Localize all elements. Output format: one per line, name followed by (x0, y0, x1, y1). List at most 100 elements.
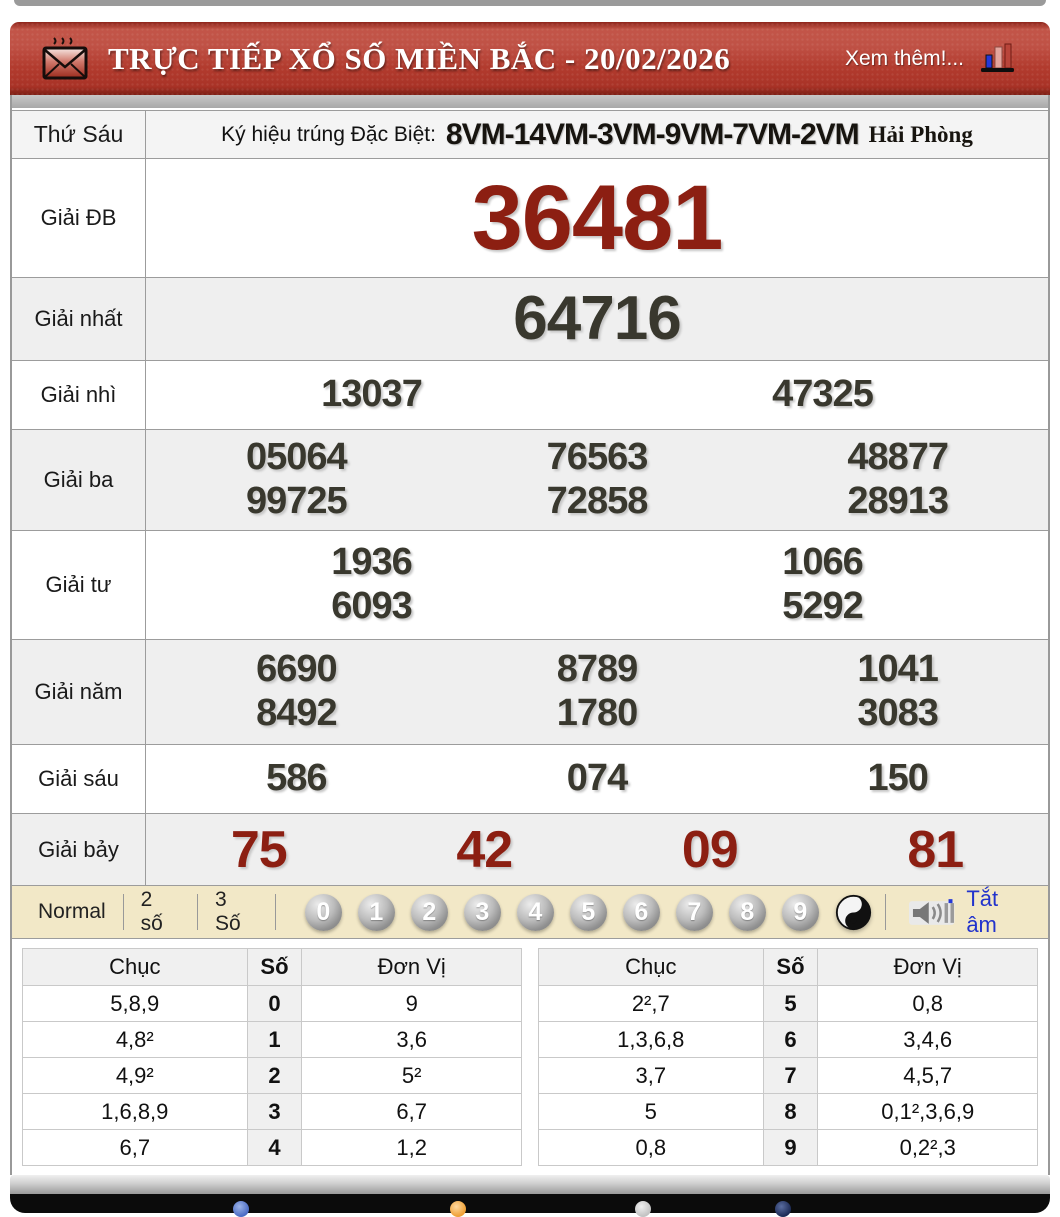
panel-footer-gradient (10, 1175, 1050, 1194)
prize-number: 28913 (747, 480, 1048, 524)
prize-number: 42 (372, 824, 598, 876)
digit-cell: 5 (763, 986, 818, 1022)
number-ball-9[interactable]: 9 (782, 894, 819, 931)
number-ball-0[interactable]: 0 (305, 894, 342, 931)
prize-number: 1936 (146, 541, 597, 585)
header-shadow-band (12, 95, 1048, 110)
tens-cell: 3,7 (539, 1058, 764, 1094)
units-cell: 5² (302, 1058, 522, 1094)
draw-info-row: Thứ Sáu Ký hiệu trúng Đặc Biệt: 8VM-14VM… (12, 110, 1048, 158)
digit-cell: 8 (763, 1094, 818, 1130)
prize-number: 3083 (747, 692, 1048, 736)
prize-number: 6093 (146, 585, 597, 629)
tens-cell: 4,9² (23, 1058, 248, 1094)
display-toolbar: Normal 2 số 3 Số 0 1 2 3 4 5 6 7 8 9 (12, 885, 1048, 938)
number-ball-4[interactable]: 4 (517, 894, 554, 931)
orange-favicon[interactable] (450, 1201, 466, 1217)
tens-cell: 2²,7 (539, 986, 764, 1022)
chart-icon[interactable] (978, 43, 1016, 75)
prize-number: 1066 (597, 541, 1048, 585)
prize-label: Giải nhất (12, 278, 146, 360)
number-ball-6[interactable]: 6 (623, 894, 660, 931)
divider (123, 894, 124, 930)
stats-row: 4,8² 1 3,6 (23, 1022, 522, 1058)
prize-label: Giải năm (12, 640, 146, 744)
number-ball-strip: 0 1 2 3 4 5 6 7 8 9 (305, 894, 872, 931)
prize-number: 13037 (146, 373, 597, 417)
prize-label: Giải ĐB (12, 159, 146, 277)
prize-label: Giải nhì (12, 361, 146, 429)
special-sign-value: 8VM-14VM-3VM-9VM-7VM-2VM (446, 118, 859, 152)
special-sign-label: Ký hiệu trúng Đặc Biệt: (221, 123, 436, 147)
gray-favicon[interactable] (635, 1201, 651, 1217)
prize-number: 586 (146, 757, 447, 801)
stats-row: 5 8 0,1²,3,6,9 (539, 1094, 1038, 1130)
units-cell: 1,2 (302, 1130, 522, 1166)
lottery-panel: TRỰC TIẾP XỔ SỐ MIỀN BẮC - 20/02/2026 Xe… (10, 22, 1050, 1213)
number-ball-7[interactable]: 7 (676, 894, 713, 931)
prize-number: 81 (823, 824, 1049, 876)
number-ball-8[interactable]: 8 (729, 894, 766, 931)
prize-number: 72858 (447, 480, 748, 524)
previous-panel-edge (14, 0, 1046, 6)
col-header-units: Đơn Vị (302, 949, 522, 986)
tens-cell: 0,8 (539, 1130, 764, 1166)
prize-row-special: Giải ĐB 36481 (12, 158, 1048, 277)
prize-number: 99725 (146, 480, 447, 524)
units-cell: 6,7 (302, 1094, 522, 1130)
number-ball-5[interactable]: 5 (570, 894, 607, 931)
divider (197, 894, 198, 930)
mute-button[interactable]: Tắt âm (966, 886, 1034, 938)
units-cell: 9 (302, 986, 522, 1022)
prize-row-sixth: Giải sáu 586 074 150 (12, 744, 1048, 813)
mode-3-digits[interactable]: 3 Số (211, 888, 262, 936)
prize-number: 64716 (146, 288, 1048, 350)
stats-row: 2²,7 5 0,8 (539, 986, 1038, 1022)
number-ball-3[interactable]: 3 (464, 894, 501, 931)
divider (275, 894, 276, 930)
mode-normal[interactable]: Normal (34, 900, 110, 924)
yin-yang-icon[interactable] (835, 894, 872, 931)
prize-number: 074 (447, 757, 748, 801)
prize-row-second: Giải nhì 13037 47325 (12, 360, 1048, 429)
dark-favicon[interactable] (775, 1201, 791, 1217)
mode-2-digits[interactable]: 2 số (137, 888, 184, 936)
digit-cell: 7 (763, 1058, 818, 1094)
prize-row-third: Giải ba 05064 76563 48877 99725 72858 28… (12, 429, 1048, 530)
tens-cell: 5 (539, 1094, 764, 1130)
tens-cell: 5,8,9 (23, 986, 248, 1022)
prize-row-fourth: Giải tư 1936 1066 6093 5292 (12, 530, 1048, 639)
units-cell: 0,2²,3 (818, 1130, 1038, 1166)
tens-cell: 4,8² (23, 1022, 248, 1058)
divider (885, 894, 886, 930)
digit-cell: 6 (763, 1022, 818, 1058)
globe-favicon[interactable] (233, 1201, 249, 1217)
prize-number: 5292 (597, 585, 1048, 629)
head-tail-statistics: Chục Số Đơn Vị 5,8,9 0 9 4,8² 1 3,6 4,9²… (12, 938, 1048, 1175)
digit-cell: 9 (763, 1130, 818, 1166)
prize-number: 1780 (447, 692, 748, 736)
stats-row: 0,8 9 0,2²,3 (539, 1130, 1038, 1166)
prize-row-fifth: Giải năm 6690 8789 1041 8492 1780 3083 (12, 639, 1048, 744)
units-cell: 4,5,7 (818, 1058, 1038, 1094)
prize-number: 8789 (447, 648, 748, 692)
prize-number: 76563 (447, 436, 748, 480)
number-ball-2[interactable]: 2 (411, 894, 448, 931)
digit-cell: 2 (247, 1058, 302, 1094)
stats-row: 3,7 7 4,5,7 (539, 1058, 1038, 1094)
speaker-icon[interactable] (909, 897, 956, 927)
units-cell: 3,4,6 (818, 1022, 1038, 1058)
stats-table-left: Chục Số Đơn Vị 5,8,9 0 9 4,8² 1 3,6 4,9²… (22, 948, 522, 1166)
weekday-label: Thứ Sáu (12, 111, 146, 158)
col-header-units: Đơn Vị (818, 949, 1038, 986)
prize-label: Giải tư (12, 531, 146, 639)
number-ball-1[interactable]: 1 (358, 894, 395, 931)
prize-number: 6690 (146, 648, 447, 692)
prize-number: 09 (597, 824, 823, 876)
col-header-digit: Số (247, 949, 302, 986)
prize-row-first: Giải nhất 64716 (12, 277, 1048, 360)
tens-cell: 6,7 (23, 1130, 248, 1166)
see-more-link[interactable]: Xem thêm!... (845, 47, 964, 71)
prize-number: 1041 (747, 648, 1048, 692)
prize-number: 36481 (146, 172, 1048, 264)
